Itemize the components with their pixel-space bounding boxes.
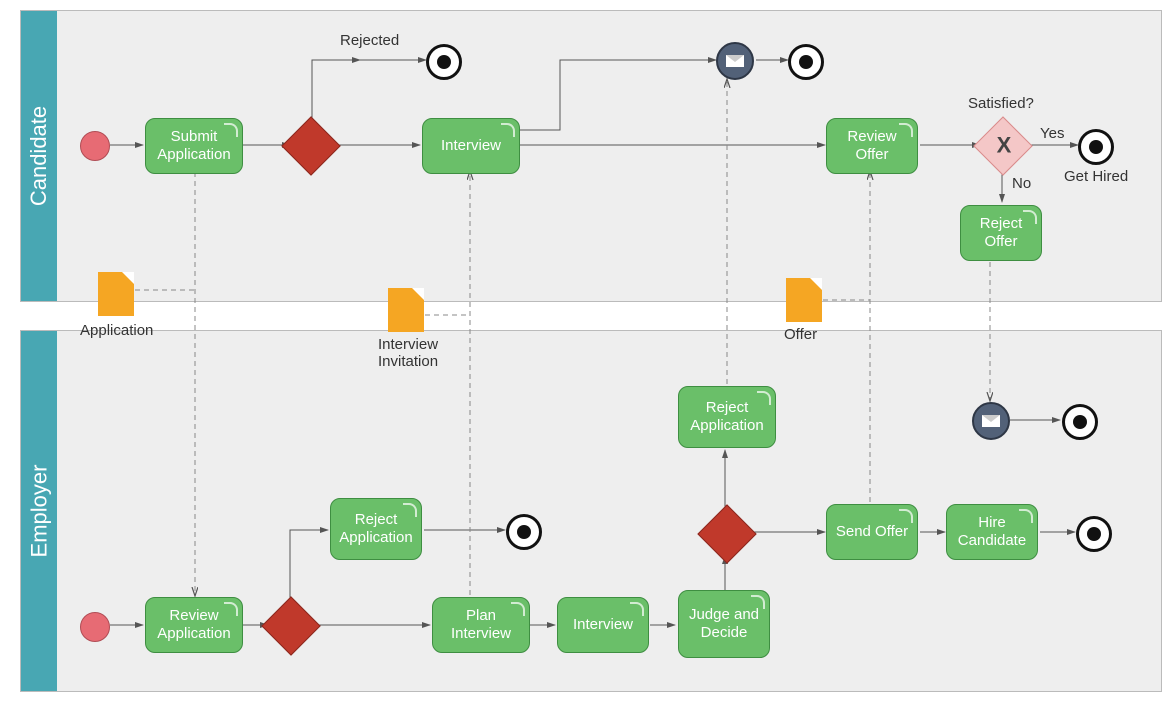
task-review-application: Review Application: [145, 597, 243, 653]
doc-application: [98, 272, 134, 316]
task-send-offer: Send Offer: [826, 504, 918, 560]
employer-end-after-reject1: [506, 514, 542, 550]
task-hire-candidate: Hire Candidate: [946, 504, 1038, 560]
task-reject-offer: Reject Offer: [960, 205, 1042, 261]
task-reject-application-2: Reject Application: [678, 386, 776, 448]
candidate-end-rejected: [426, 44, 462, 80]
label-offer: Offer: [784, 326, 817, 343]
doc-offer: [786, 278, 822, 322]
employer-end-offer-rejected: [1062, 404, 1098, 440]
employer-end-hired: [1076, 516, 1112, 552]
task-plan-interview: Plan Interview: [432, 597, 530, 653]
label-yes: Yes: [1040, 125, 1064, 142]
employer-start-event: [80, 612, 110, 642]
employer-lane-title: Employer: [21, 331, 57, 691]
task-review-offer: Review Offer: [826, 118, 918, 174]
label-get-hired: Get Hired: [1064, 168, 1128, 185]
message-event-reject-candidate: [716, 42, 754, 80]
doc-invitation: [388, 288, 424, 332]
message-event-reject-offer-received: [972, 402, 1010, 440]
candidate-end-after-reject: [788, 44, 824, 80]
task-submit-application: Submit Application: [145, 118, 243, 174]
task-employer-interview: Interview: [557, 597, 649, 653]
label-rejected: Rejected: [340, 32, 399, 49]
label-invitation: Interview Invitation: [378, 336, 458, 370]
bpmn-diagram: Candidate Employer: [0, 0, 1176, 718]
label-application: Application: [80, 322, 153, 339]
candidate-start-event: [80, 131, 110, 161]
label-no: No: [1012, 175, 1031, 192]
label-satisfied: Satisfied?: [968, 95, 1034, 112]
end-get-hired: [1078, 129, 1114, 165]
task-judge-decide: Judge and Decide: [678, 590, 770, 658]
task-reject-application-1: Reject Application: [330, 498, 422, 560]
task-candidate-interview: Interview: [422, 118, 520, 174]
candidate-lane-title: Candidate: [21, 11, 57, 301]
